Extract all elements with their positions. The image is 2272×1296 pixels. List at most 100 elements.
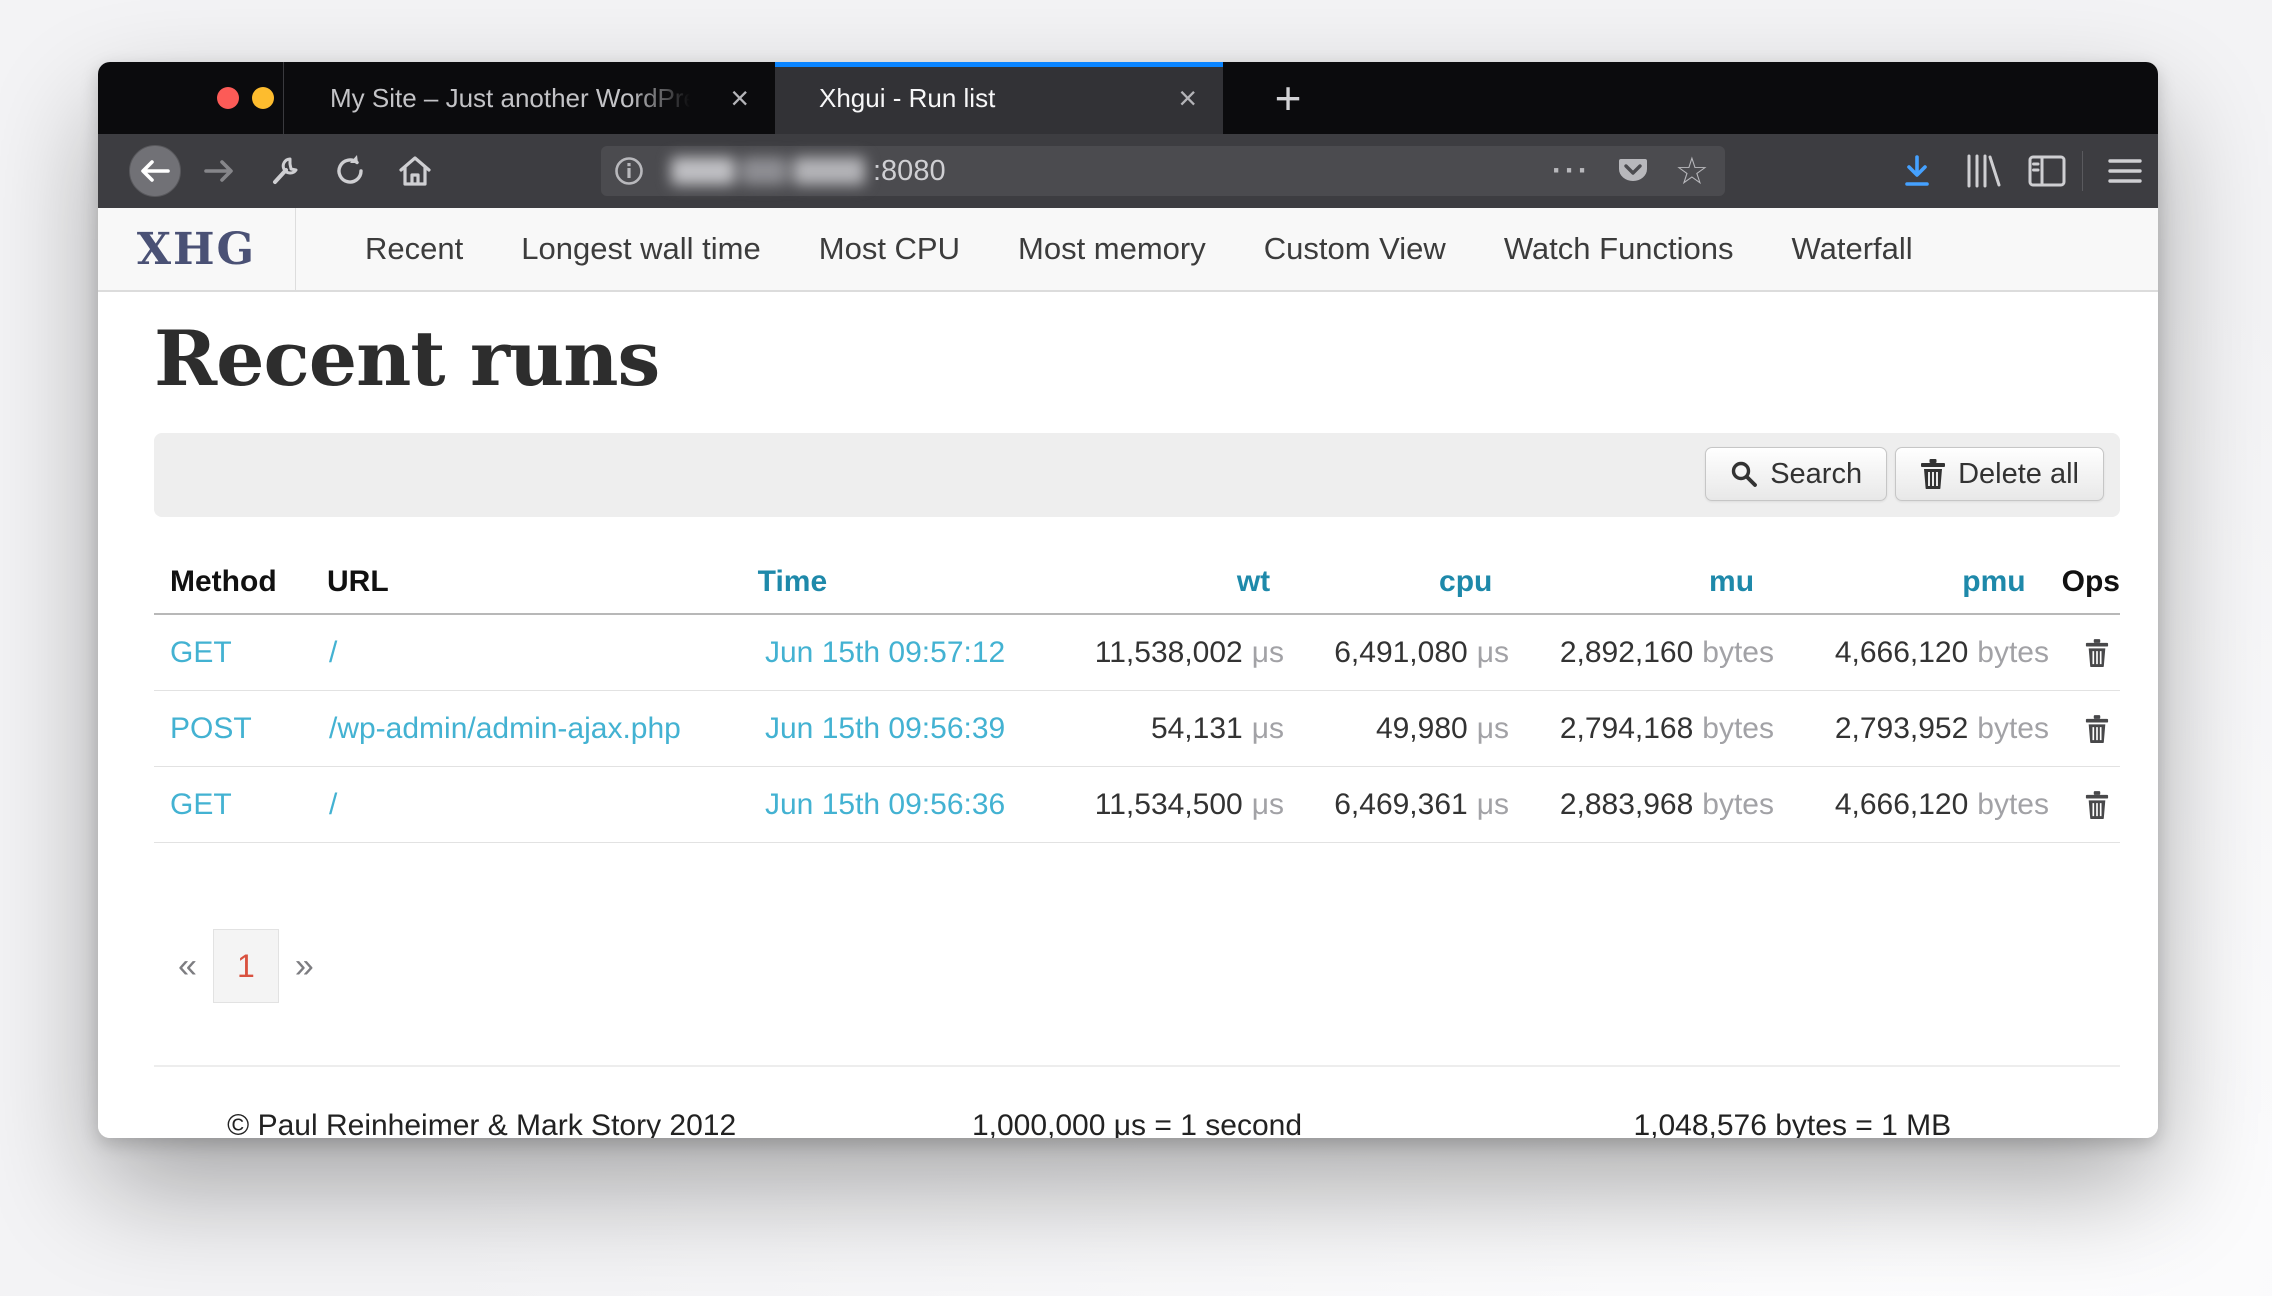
- nav-item-recent[interactable]: Recent: [336, 231, 492, 267]
- nav-item-most-cpu[interactable]: Most CPU: [790, 231, 989, 267]
- close-window-button[interactable]: [217, 87, 239, 109]
- run-url-link[interactable]: /: [329, 636, 337, 670]
- downloads-button[interactable]: [1894, 134, 1940, 208]
- sort-by-cpu-link[interactable]: cpu: [1439, 565, 1492, 599]
- col-header-ops: Ops: [2026, 565, 2120, 599]
- sort-by-time-link[interactable]: Time: [758, 565, 827, 599]
- run-time-link[interactable]: Jun 15th 09:56:39: [765, 712, 1005, 746]
- mu-value: 2,892,160: [1560, 636, 1693, 670]
- pocket-button[interactable]: [1617, 156, 1649, 186]
- minimize-window-button[interactable]: [252, 87, 274, 109]
- tab-title: Xhgui - Run list: [819, 83, 995, 114]
- forward-button[interactable]: [196, 134, 242, 208]
- close-tab-icon[interactable]: ×: [730, 82, 749, 114]
- reload-icon: [333, 154, 367, 188]
- mu-value: 2,883,968: [1560, 788, 1693, 822]
- browser-window: My Site – Just another WordPress si × Xh…: [98, 62, 2158, 1138]
- home-icon: [397, 154, 433, 188]
- nav-item-custom-view[interactable]: Custom View: [1235, 231, 1475, 267]
- page-number-button[interactable]: 1: [213, 929, 279, 1003]
- brand-box[interactable]: XHG: [98, 208, 296, 290]
- page-footer: © Paul Reinheimer & Mark Story 2012 1,00…: [154, 1065, 2120, 1138]
- tools-button[interactable]: [262, 134, 308, 208]
- runs-table: Method URL Time wt cpu mu pmu Ops GET / …: [154, 551, 2120, 843]
- search-button[interactable]: Search: [1705, 447, 1887, 501]
- back-arrow-icon: [138, 157, 172, 185]
- wt-unit: μs: [1252, 636, 1284, 670]
- toolbar-separator: [2082, 151, 2083, 191]
- nav-item-longest-wall-time[interactable]: Longest wall time: [492, 231, 790, 267]
- run-time-link[interactable]: Jun 15th 09:56:36: [765, 788, 1005, 822]
- prev-page-button[interactable]: «: [178, 947, 197, 986]
- wrench-icon: [269, 155, 301, 187]
- cpu-value: 49,980: [1376, 712, 1468, 746]
- sort-by-pmu-link[interactable]: pmu: [1962, 565, 2025, 599]
- page-actions-button[interactable]: ···: [1552, 154, 1591, 188]
- sort-by-wt-link[interactable]: wt: [1237, 565, 1270, 599]
- trash-icon: [1920, 459, 1946, 489]
- footer-microseconds-note: 1,000,000 μs = 1 second: [809, 1109, 1464, 1138]
- search-button-label: Search: [1770, 458, 1862, 491]
- nav-item-watch-functions[interactable]: Watch Functions: [1475, 231, 1763, 267]
- back-button[interactable]: [129, 145, 181, 197]
- next-page-button[interactable]: »: [295, 947, 314, 986]
- wt-unit: μs: [1252, 712, 1284, 746]
- cpu-value: 6,469,361: [1334, 788, 1467, 822]
- close-tab-icon[interactable]: ×: [1178, 82, 1197, 114]
- col-header-method: Method: [154, 565, 327, 599]
- home-button[interactable]: [392, 134, 438, 208]
- table-row: GET / Jun 15th 09:56:36 11,534,500μs 6,4…: [154, 767, 2120, 843]
- delete-run-button[interactable]: [2085, 791, 2109, 819]
- trash-icon: [2085, 791, 2109, 819]
- col-header-url: URL: [327, 565, 752, 599]
- nav-menu: Recent Longest wall time Most CPU Most m…: [336, 231, 1942, 267]
- footer-bytes-note: 1,048,576 bytes = 1 MB: [1465, 1109, 2120, 1138]
- reload-button[interactable]: [327, 134, 373, 208]
- bookmark-star-icon[interactable]: ☆: [1675, 149, 1709, 194]
- site-info-button[interactable]: [601, 146, 657, 196]
- menu-button[interactable]: [2102, 134, 2148, 208]
- mu-value: 2,794,168: [1560, 712, 1693, 746]
- run-url-link[interactable]: /: [329, 788, 337, 822]
- pmu-unit: bytes: [1977, 788, 2049, 822]
- footer-copyright: © Paul Reinheimer & Mark Story 2012: [154, 1109, 809, 1138]
- delete-all-button[interactable]: Delete all: [1895, 447, 2104, 501]
- browser-toolbar: :8080 ··· ☆: [98, 134, 2158, 208]
- cpu-unit: μs: [1477, 636, 1509, 670]
- run-url-link[interactable]: /wp-admin/admin-ajax.php: [329, 712, 681, 746]
- run-method-link[interactable]: GET: [170, 788, 232, 822]
- new-tab-button[interactable]: +: [1253, 62, 1323, 134]
- download-icon: [1901, 154, 1933, 188]
- nav-item-waterfall[interactable]: Waterfall: [1763, 231, 1942, 267]
- delete-run-button[interactable]: [2085, 715, 2109, 743]
- run-method-link[interactable]: GET: [170, 636, 232, 670]
- library-button[interactable]: [1959, 134, 2005, 208]
- delete-run-button[interactable]: [2085, 639, 2109, 667]
- nav-item-most-memory[interactable]: Most memory: [989, 231, 1235, 267]
- tab-bar: My Site – Just another WordPress si × Xh…: [98, 62, 2158, 134]
- url-bar[interactable]: :8080 ··· ☆: [601, 146, 1725, 196]
- tab-wordpress-site[interactable]: My Site – Just another WordPress si ×: [283, 62, 775, 134]
- table-row: GET / Jun 15th 09:57:12 11,538,002μs 6,4…: [154, 615, 2120, 691]
- page-content: Recent runs Search: [98, 292, 2158, 1138]
- tab-xhgui-run-list[interactable]: Xhgui - Run list ×: [775, 62, 1223, 134]
- search-icon: [1730, 460, 1758, 488]
- run-method-link[interactable]: POST: [170, 712, 252, 746]
- actions-well: Search Delete all: [154, 433, 2120, 517]
- url-port-text: :8080: [873, 155, 946, 188]
- mu-unit: bytes: [1702, 636, 1774, 670]
- page-title: Recent runs: [154, 314, 2120, 403]
- info-icon: [614, 156, 644, 186]
- delete-all-button-label: Delete all: [1958, 458, 2079, 491]
- sidebar-icon: [2028, 155, 2066, 187]
- sidebar-toggle-button[interactable]: [2024, 134, 2070, 208]
- wt-value: 11,538,002: [1095, 636, 1243, 670]
- hamburger-icon: [2108, 158, 2142, 184]
- sort-by-mu-link[interactable]: mu: [1709, 565, 1754, 599]
- wt-value: 54,131: [1151, 712, 1243, 746]
- pmu-value: 2,793,952: [1835, 712, 1968, 746]
- trash-icon: [2085, 715, 2109, 743]
- pagination: « 1 »: [154, 929, 2120, 1003]
- run-time-link[interactable]: Jun 15th 09:57:12: [765, 636, 1005, 670]
- table-header-row: Method URL Time wt cpu mu pmu Ops: [154, 551, 2120, 615]
